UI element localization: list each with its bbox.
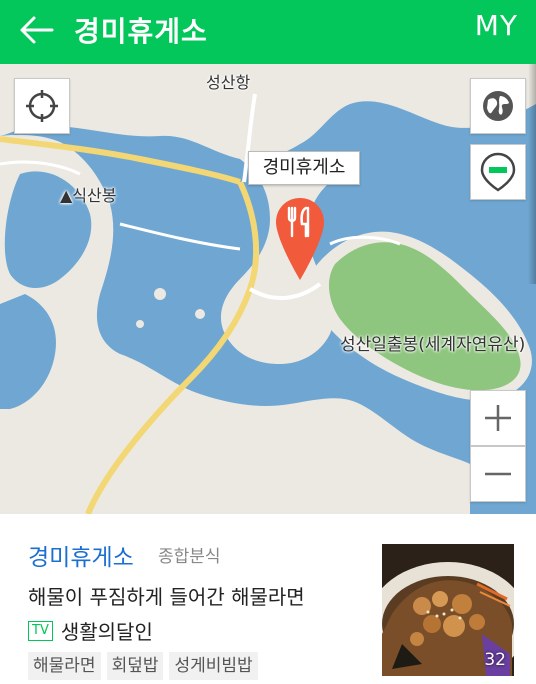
place-category: 종합분식 — [158, 547, 221, 567]
tv-program-row: TV 생활의달인 — [28, 616, 153, 645]
restaurant-marker[interactable] — [272, 194, 328, 286]
menu-tags: 해물라면 회덮밥 성게비빔밥 — [28, 652, 258, 680]
back-arrow-icon — [20, 16, 54, 44]
plus-icon — [485, 405, 511, 431]
fork-knife-pin-icon — [276, 198, 324, 280]
app-header: 경미휴게소 MY — [0, 0, 536, 64]
minus-icon — [485, 472, 511, 476]
crosshair-icon — [26, 90, 58, 122]
poi-toggle-button[interactable] — [470, 144, 526, 200]
map-base — [0, 64, 536, 514]
map-view[interactable]: 성산항 ▲식산봉 성산일출봉(세계자연유산) 경미휴게소 — [0, 64, 536, 514]
map-pin-icon — [480, 152, 516, 192]
scroll-edge-shadow — [528, 64, 536, 284]
place-name[interactable]: 경미휴게소 — [28, 538, 134, 572]
page-title: 경미휴게소 — [74, 15, 208, 48]
zoom-in-button[interactable] — [470, 390, 526, 446]
place-description: 해물이 푸짐하게 들어간 해물라면 — [28, 585, 305, 609]
globe-icon — [483, 91, 513, 121]
map-label-siksan-peak: ▲식산봉 — [60, 186, 117, 205]
place-callout[interactable]: 경미휴게소 — [248, 151, 360, 185]
map-label-ilchulbong: 성산일출봉(세계자연유산) — [340, 335, 526, 355]
menu-tag[interactable]: 회덮밥 — [106, 652, 164, 680]
back-button[interactable] — [14, 8, 58, 52]
map-label-sungsan-port: 성산항 — [206, 73, 251, 92]
my-button[interactable]: MY — [475, 9, 518, 42]
place-info-card[interactable]: 경미휴게소 종합분식 해물이 푸짐하게 들어간 해물라면 TV 생활의달인 해물… — [0, 514, 536, 684]
place-photo-thumbnail[interactable]: 32 — [382, 544, 514, 676]
photo-count: 32 — [484, 650, 506, 670]
locate-me-button[interactable] — [14, 78, 70, 134]
tv-badge: TV — [28, 620, 53, 641]
tv-program-name: 생활의달인 — [60, 620, 153, 644]
map-type-button[interactable] — [470, 78, 526, 134]
menu-tag[interactable]: 해물라면 — [28, 652, 101, 680]
zoom-out-button[interactable] — [470, 446, 526, 502]
menu-tag[interactable]: 성게비빔밥 — [169, 652, 258, 680]
